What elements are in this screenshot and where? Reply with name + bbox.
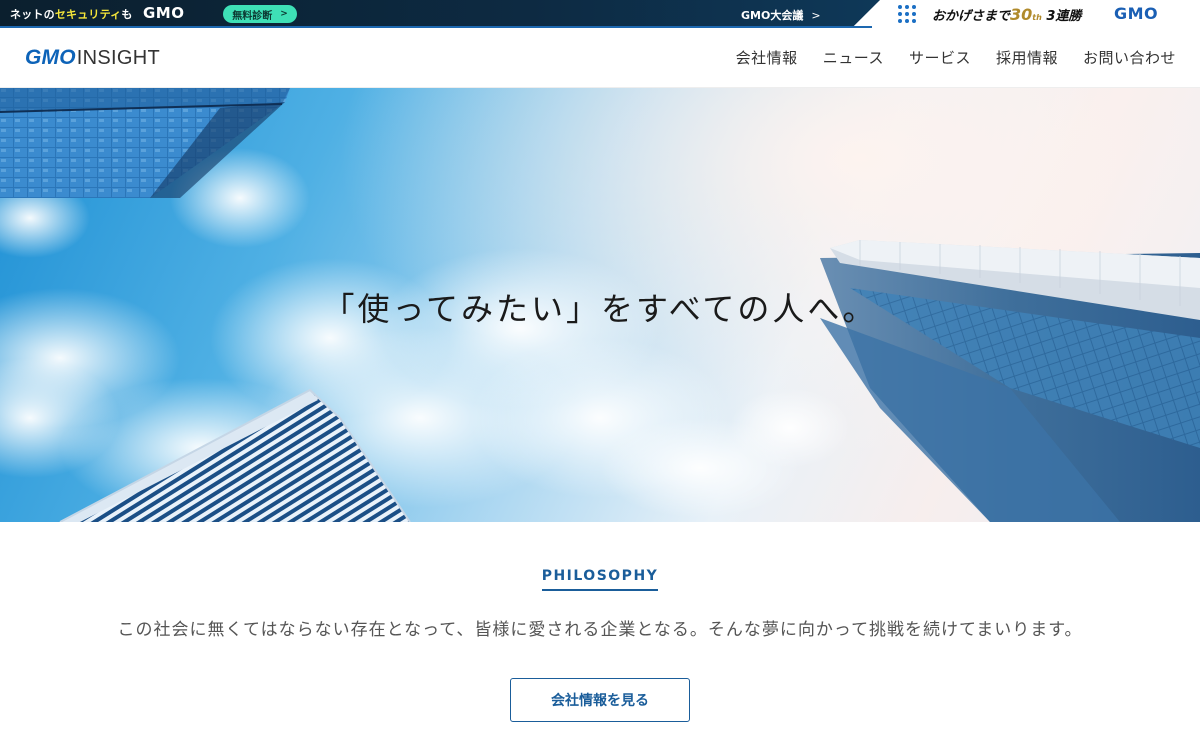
promo-security-text[interactable]: ネットのセキュリティも [10,6,133,22]
view-company-info-button[interactable]: 会社情報を見る [510,678,690,722]
philosophy-heading: PHILOSOPHY [541,568,659,591]
promo-slogan[interactable]: おかげさまで30th 3連勝 [932,5,1081,24]
hero-section: 「使ってみたい」をすべての人へ。 [0,88,1200,522]
philosophy-text: この社会に無くてはならない存在となって、皆様に愛される企業となる。そんな夢に向か… [117,620,1083,640]
nav-recruit[interactable]: 採用情報 [996,47,1058,68]
gmo-conference-link[interactable]: GMO大会議 > [741,7,821,23]
nav-contact[interactable]: お問い合わせ [1083,47,1176,68]
free-diagnosis-label: 無料診断 [232,10,273,22]
free-diagnosis-button[interactable]: 無料診断 > [223,5,297,23]
gmo-brand-logo[interactable]: GMO [1114,4,1158,23]
promo-bar: ネットのセキュリティも GMO 無料診断 > GMO大会議 > おかげさまで30t… [0,0,1200,28]
gmo-conference-label: GMO大会議 [741,9,804,22]
slogan-number: 30 [1010,5,1033,24]
site-header: GMO INSIGHT 会社情報 ニュース サービス 採用情報 お問い合わせ [0,28,1200,88]
clouds [0,148,850,518]
promo-lead-prefix: ネットの [10,8,55,21]
nav-services[interactable]: サービス [909,47,971,68]
philosophy-heading-wrap: PHILOSOPHY [0,565,1200,591]
chevron-right-icon: > [280,9,288,19]
nav-news[interactable]: ニュース [823,47,884,68]
promo-gmo-logo[interactable]: GMO [143,4,185,22]
slogan-ordinal: th [1032,13,1042,22]
chevron-right-icon: > [811,9,821,22]
promo-lead-suffix: も [121,8,133,21]
global-nav: 会社情報 ニュース サービス 採用情報 お問い合わせ [736,47,1176,68]
tower-right [820,240,1200,522]
gmo-dots-icon [898,5,916,23]
promo-lead-highlight: セキュリティ [54,8,122,21]
gmo-insight-logo[interactable]: GMO INSIGHT [25,46,160,70]
nav-company[interactable]: 会社情報 [736,47,798,68]
hero-tagline: 「使ってみたい」をすべての人へ。 [322,290,878,328]
slogan-prefix: おかげさまで [932,9,1011,24]
logo-insight-text: INSIGHT [76,47,160,69]
logo-gmo-text: GMO [25,46,76,69]
slogan-suffix: 3連勝 [1046,9,1082,24]
